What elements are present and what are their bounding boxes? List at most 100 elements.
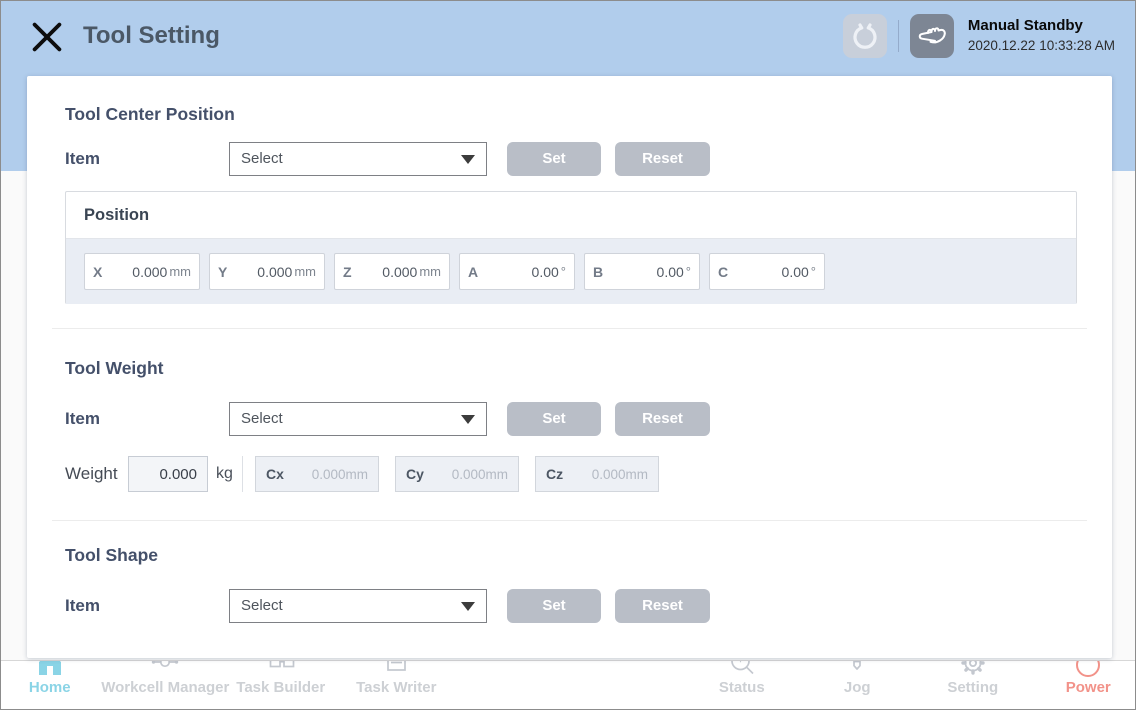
task-builder-icon bbox=[266, 660, 296, 678]
field-value: 0.000 bbox=[592, 467, 626, 482]
setting-icon bbox=[958, 660, 988, 678]
field-unit: mm bbox=[419, 264, 441, 279]
cog-field-cx[interactable]: Cx 0.000 mm bbox=[255, 456, 379, 492]
nav-item-jog[interactable]: Jog bbox=[800, 661, 916, 709]
chevron-down-icon bbox=[461, 155, 475, 164]
weight-item-label: Item bbox=[65, 402, 100, 436]
chevron-down-icon bbox=[461, 415, 475, 424]
bottom-nav-bar: Home Workcell Manager bbox=[1, 660, 1135, 709]
nav-item-task-builder[interactable]: Task Builder bbox=[223, 661, 339, 709]
nav-group-left: Home Workcell Manager bbox=[1, 661, 454, 709]
field-unit: ° bbox=[561, 264, 566, 279]
field-value: 0.000 bbox=[382, 264, 417, 280]
robot-mode-label: Manual Standby bbox=[968, 17, 1115, 36]
field-unit: mm bbox=[486, 467, 509, 482]
gripper-status-button[interactable] bbox=[843, 14, 887, 58]
weight-reset-button[interactable]: Reset bbox=[615, 402, 710, 436]
workcell-manager-icon bbox=[150, 660, 180, 678]
field-label: A bbox=[468, 264, 478, 280]
field-unit: mm bbox=[346, 467, 369, 482]
section-divider bbox=[52, 328, 1087, 329]
nav-label: Status bbox=[719, 679, 765, 696]
field-value: 0.000 bbox=[132, 264, 167, 280]
nav-item-workcell-manager[interactable]: Workcell Manager bbox=[108, 661, 224, 709]
manual-hand-icon bbox=[916, 23, 948, 49]
field-value: 0.000 bbox=[452, 467, 486, 482]
tcp-item-label: Item bbox=[65, 142, 100, 176]
tool-shape-title: Tool Shape bbox=[65, 545, 158, 566]
nav-label: Setting bbox=[947, 679, 998, 696]
tcp-reset-button[interactable]: Reset bbox=[615, 142, 710, 176]
nav-item-status[interactable]: Status bbox=[684, 661, 800, 709]
gripper-icon bbox=[850, 21, 880, 51]
tcp-select-value: Select bbox=[241, 143, 283, 175]
tool-setting-screen: Tool Setting Manual Stand bbox=[0, 0, 1136, 710]
position-field-y: Y 0.000 mm bbox=[209, 253, 325, 290]
manual-mode-button[interactable] bbox=[910, 14, 954, 58]
position-field-a: A 0.00 ° bbox=[459, 253, 575, 290]
field-label: Y bbox=[218, 264, 227, 280]
nav-label: Task Builder bbox=[236, 679, 325, 696]
field-unit: mm bbox=[169, 264, 191, 279]
weight-input[interactable]: 0.000 bbox=[128, 456, 208, 492]
position-field-c: C 0.00 ° bbox=[709, 253, 825, 290]
field-value: 0.00 bbox=[532, 264, 559, 280]
cog-field-cz[interactable]: Cz 0.000 mm bbox=[535, 456, 659, 492]
nav-item-power[interactable]: Power bbox=[1031, 661, 1136, 709]
field-label: Cx bbox=[266, 466, 284, 482]
home-icon bbox=[35, 660, 65, 678]
nav-item-task-writer[interactable]: Task Writer bbox=[339, 661, 455, 709]
field-label: B bbox=[593, 264, 603, 280]
robot-status: Manual Standby 2020.12.22 10:33:28 AM bbox=[968, 17, 1115, 55]
power-icon bbox=[1073, 660, 1103, 678]
weight-label: Weight bbox=[65, 456, 118, 492]
close-button[interactable] bbox=[29, 19, 65, 55]
position-panel-title: Position bbox=[66, 192, 1076, 239]
chevron-down-icon bbox=[461, 602, 475, 611]
nav-item-home[interactable]: Home bbox=[1, 661, 108, 709]
weight-unit: kg bbox=[216, 456, 233, 492]
field-value: 0.000 bbox=[257, 264, 292, 280]
nav-label: Power bbox=[1066, 679, 1111, 696]
tool-setting-dialog: Tool Center Position Item Select Set Res… bbox=[27, 76, 1112, 658]
page-title: Tool Setting bbox=[83, 22, 220, 50]
nav-item-setting[interactable]: Setting bbox=[915, 661, 1031, 709]
tool-center-position-title: Tool Center Position bbox=[65, 104, 235, 125]
field-label: Z bbox=[343, 264, 352, 280]
position-field-x: X 0.000 mm bbox=[84, 253, 200, 290]
nav-label: Jog bbox=[844, 679, 871, 696]
tcp-item-select[interactable]: Select bbox=[229, 142, 487, 176]
tcp-set-button[interactable]: Set bbox=[507, 142, 601, 176]
field-value: 0.000 bbox=[312, 467, 346, 482]
field-value: 0.00 bbox=[657, 264, 684, 280]
field-unit: ° bbox=[811, 264, 816, 279]
nav-label: Task Writer bbox=[356, 679, 436, 696]
field-label: C bbox=[718, 264, 728, 280]
position-values-row: X 0.000 mm Y 0.000 mm Z 0.000 mm A 0.00 bbox=[66, 239, 1076, 304]
shape-set-button[interactable]: Set bbox=[507, 589, 601, 623]
header-bar: Tool Setting Manual Stand bbox=[1, 1, 1135, 73]
weight-divider bbox=[242, 456, 243, 492]
field-unit: ° bbox=[686, 264, 691, 279]
cog-field-cy[interactable]: Cy 0.000 mm bbox=[395, 456, 519, 492]
shape-item-select[interactable]: Select bbox=[229, 589, 487, 623]
status-timestamp: 2020.12.22 10:33:28 AM bbox=[968, 38, 1115, 55]
position-field-b: B 0.00 ° bbox=[584, 253, 700, 290]
field-label: Cz bbox=[546, 466, 563, 482]
jog-icon bbox=[842, 660, 872, 678]
shape-select-value: Select bbox=[241, 590, 283, 622]
close-icon bbox=[29, 19, 65, 55]
nav-group-right: Status Jog bbox=[684, 661, 1135, 709]
nav-label: Workcell Manager bbox=[101, 679, 229, 696]
header-status-cluster: Manual Standby 2020.12.22 10:33:28 AM bbox=[843, 14, 1115, 58]
position-panel: Position X 0.000 mm Y 0.000 mm Z 0.000 m… bbox=[65, 191, 1077, 304]
field-unit: mm bbox=[626, 467, 649, 482]
weight-set-button[interactable]: Set bbox=[507, 402, 601, 436]
position-field-z: Z 0.000 mm bbox=[334, 253, 450, 290]
status-icon bbox=[727, 660, 757, 678]
field-label: X bbox=[93, 264, 102, 280]
weight-item-select[interactable]: Select bbox=[229, 402, 487, 436]
shape-item-label: Item bbox=[65, 589, 100, 623]
shape-reset-button[interactable]: Reset bbox=[615, 589, 710, 623]
field-unit: mm bbox=[294, 264, 316, 279]
